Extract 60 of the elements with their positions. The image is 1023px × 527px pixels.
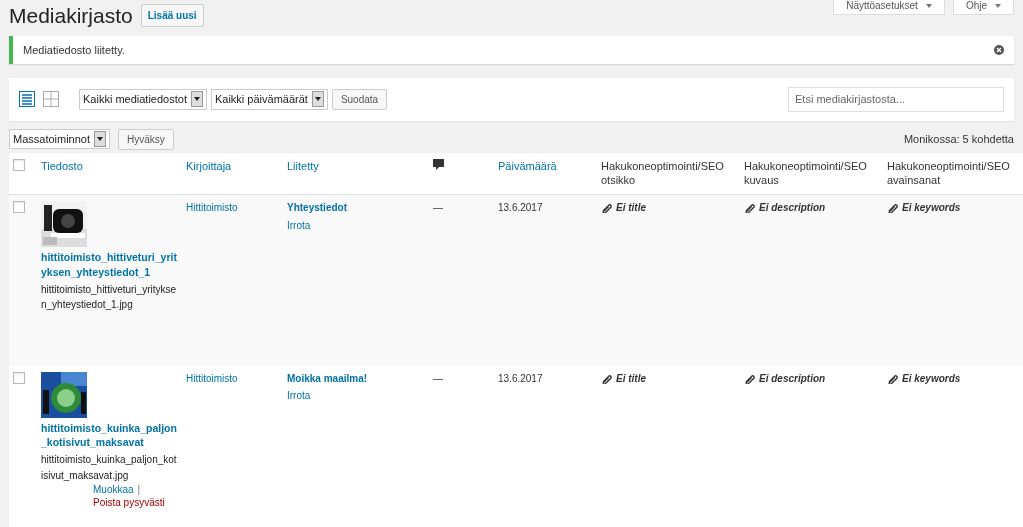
column-header: Hakukoneoptimointi/SEO avainsanat: [887, 159, 1010, 187]
caret-icon: [925, 4, 932, 8]
edit-link[interactable]: Muokkaa: [93, 483, 134, 497]
file-title-link[interactable]: hittitoimisto_kuinka_paljon_kotisivut_maksavat: [41, 420, 178, 451]
checkbox[interactable]: [13, 371, 25, 384]
column-header-link[interactable]: Kirjoittaja: [186, 159, 232, 172]
checkbox[interactable]: [13, 158, 25, 171]
paperclip-icon: [601, 202, 612, 214]
comment-icon: [433, 158, 444, 170]
seo-value: Ei keywords: [902, 201, 961, 215]
column-header-link[interactable]: Liitetty: [287, 159, 319, 172]
grid-view-icon[interactable]: [43, 91, 59, 108]
date-dropdown[interactable]: Kaikki päivämäärät: [210, 89, 328, 110]
search-field[interactable]: Etsi mediakirjastosta...: [788, 87, 1004, 112]
seo-value: Ei title: [616, 201, 646, 215]
paperclip-icon: [744, 372, 755, 384]
file-name: hittitoimisto_hittiveturi_yrityksen_yhteystiedot_1.jpg: [41, 282, 178, 313]
paperclip-icon: [887, 202, 898, 214]
detach-link[interactable]: Irrota: [287, 389, 425, 403]
attached-post-link[interactable]: Yhteystiedot: [287, 201, 425, 215]
file-name: hittitoimisto_kuinka_paljon_kotisivut_maksavat.jpg: [41, 453, 178, 483]
apply-button[interactable]: Hyväksy: [118, 128, 174, 150]
caret-icon: [314, 97, 321, 102]
screen-options-button[interactable]: Ohje: [952, 0, 1014, 15]
seo-value: Ei description: [759, 201, 826, 215]
attached-post-link[interactable]: Moikka maailma!: [287, 371, 425, 386]
seo-value: Ei description: [759, 371, 826, 386]
add-new-button[interactable]: Lisää uusi: [140, 4, 204, 28]
date-text: 13.6.2017: [498, 372, 543, 384]
column-header: Hakukoneoptimointi/SEO kuvaus: [744, 159, 867, 187]
seo-value: Ei keywords: [902, 371, 961, 386]
delete-link[interactable]: Poista pysyvästi: [93, 496, 165, 510]
paperclip-icon: [887, 372, 898, 384]
author-link[interactable]: Hittitoimisto: [186, 372, 238, 384]
media-type-dropdown[interactable]: Kaikki mediatiedostot: [79, 89, 207, 110]
notice-message: Mediatiedosto liitetty.: [23, 42, 125, 58]
file-title-link[interactable]: hittitoimisto_hittiveturi_yrityksen_yhteystiedot_1: [41, 250, 178, 280]
comment-count: —: [433, 372, 443, 384]
caret-icon: [995, 4, 1001, 8]
author-link[interactable]: Hittitoimisto: [186, 202, 238, 214]
column-header: Hakukoneoptimointi/SEO otsikko: [601, 159, 724, 187]
page-title: Mediakirjasto: [9, 3, 133, 29]
close-icon[interactable]: [994, 44, 1004, 55]
seo-value: Ei title: [616, 371, 646, 386]
paperclip-icon: [601, 372, 612, 384]
comment-count: —: [433, 202, 443, 214]
detach-link[interactable]: Irrota: [287, 218, 425, 233]
date-text: 13.6.2017: [498, 202, 543, 214]
caret-icon: [97, 137, 104, 141]
checkbox[interactable]: [13, 201, 25, 214]
caret-icon: [193, 97, 200, 102]
separator: |: [137, 483, 141, 497]
filter-button[interactable]: Suodata: [331, 88, 388, 110]
list-view-icon[interactable]: [19, 91, 35, 108]
item-count: Monikossa: 5 kohdetta: [903, 131, 1014, 147]
column-header-link[interactable]: Päivämäärä: [498, 159, 557, 172]
paperclip-icon: [744, 202, 755, 214]
screen-options-button[interactable]: Näyttöasetukset: [833, 0, 945, 15]
bulk-actions-dropdown[interactable]: Massatoiminnot: [9, 128, 111, 150]
column-header-link[interactable]: Tiedosto: [41, 159, 83, 172]
